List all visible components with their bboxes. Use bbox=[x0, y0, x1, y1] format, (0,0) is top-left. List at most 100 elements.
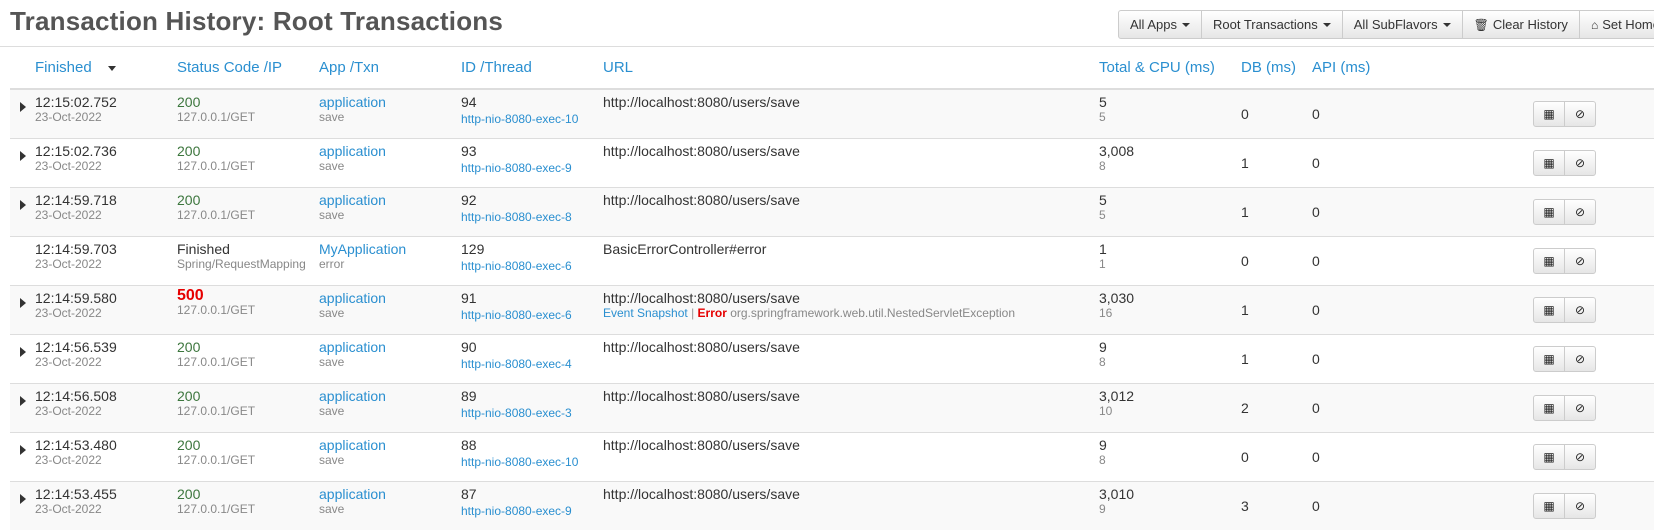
row-actions: ▦ ⊘ bbox=[1533, 395, 1596, 421]
all-apps-dropdown[interactable]: All Apps bbox=[1118, 10, 1202, 39]
table-row[interactable]: 12:14:59.580 23-Oct-2022 500 127.0.0.1/G… bbox=[10, 286, 1654, 335]
status-ip: Spring/RequestMapping bbox=[177, 257, 319, 272]
details-button[interactable]: ▦ bbox=[1533, 150, 1565, 176]
cancel-button[interactable]: ⊘ bbox=[1564, 199, 1596, 225]
thread-link[interactable]: http-nio-8080-exec-8 bbox=[461, 210, 572, 224]
status-ip: 127.0.0.1/GET bbox=[177, 453, 319, 468]
cancel-button[interactable]: ⊘ bbox=[1564, 346, 1596, 372]
thread-link[interactable]: http-nio-8080-exec-4 bbox=[461, 357, 572, 371]
root-transactions-dropdown[interactable]: Root Transactions bbox=[1201, 10, 1343, 39]
details-button[interactable]: ▦ bbox=[1533, 444, 1565, 470]
column-db[interactable]: DB (ms) bbox=[1241, 47, 1312, 89]
book-icon: ▦ bbox=[1543, 205, 1554, 219]
column-url[interactable]: URL bbox=[603, 47, 1099, 89]
expand-cell[interactable] bbox=[10, 139, 35, 188]
caret-down-icon bbox=[1443, 23, 1451, 27]
home-icon: ⌂ bbox=[1591, 18, 1598, 32]
expand-triangle-icon[interactable] bbox=[20, 298, 26, 308]
cancel-button[interactable]: ⊘ bbox=[1564, 101, 1596, 127]
details-button[interactable]: ▦ bbox=[1533, 297, 1565, 323]
table-row[interactable]: 12:14:59.718 23-Oct-2022 200 127.0.0.1/G… bbox=[10, 188, 1654, 237]
finished-time: 12:15:02.752 bbox=[35, 95, 177, 110]
api-ms: 0 bbox=[1312, 89, 1454, 139]
table-row[interactable]: 12:15:02.736 23-Oct-2022 200 127.0.0.1/G… bbox=[10, 139, 1654, 188]
thread-link[interactable]: http-nio-8080-exec-6 bbox=[461, 259, 572, 273]
details-button[interactable]: ▦ bbox=[1533, 493, 1565, 519]
expand-cell[interactable] bbox=[10, 286, 35, 335]
set-home-button[interactable]: ⌂ Set Home bbox=[1579, 10, 1654, 39]
ban-icon: ⊘ bbox=[1575, 499, 1585, 513]
column-api[interactable]: API (ms) bbox=[1312, 47, 1454, 89]
transactions-table: Finished Status Code /IP App /Txn ID /Th… bbox=[10, 47, 1654, 530]
column-status[interactable]: Status Code /IP bbox=[177, 47, 319, 89]
details-button[interactable]: ▦ bbox=[1533, 101, 1565, 127]
expand-cell[interactable] bbox=[10, 89, 35, 139]
expand-triangle-icon[interactable] bbox=[20, 396, 26, 406]
cancel-button[interactable]: ⊘ bbox=[1564, 444, 1596, 470]
expand-cell[interactable] bbox=[10, 237, 35, 286]
status-ip: 127.0.0.1/GET bbox=[177, 355, 319, 370]
cancel-button[interactable]: ⊘ bbox=[1564, 248, 1596, 274]
app-link[interactable]: application bbox=[319, 144, 461, 159]
thread-link[interactable]: http-nio-8080-exec-9 bbox=[461, 504, 572, 518]
expand-cell[interactable] bbox=[10, 335, 35, 384]
api-ms: 0 bbox=[1312, 384, 1454, 433]
expand-cell[interactable] bbox=[10, 188, 35, 237]
app-link[interactable]: application bbox=[319, 95, 461, 110]
expand-cell[interactable] bbox=[10, 433, 35, 482]
column-total[interactable]: Total & CPU (ms) bbox=[1099, 47, 1241, 89]
app-link[interactable]: application bbox=[319, 487, 461, 502]
thread-link[interactable]: http-nio-8080-exec-10 bbox=[461, 112, 578, 126]
app-link[interactable]: application bbox=[319, 291, 461, 306]
expand-triangle-icon[interactable] bbox=[20, 445, 26, 455]
status-code: 200 bbox=[177, 389, 319, 404]
details-button[interactable]: ▦ bbox=[1533, 346, 1565, 372]
all-subflavors-dropdown[interactable]: All SubFlavors bbox=[1342, 10, 1463, 39]
details-button[interactable]: ▦ bbox=[1533, 248, 1565, 274]
thread-link[interactable]: http-nio-8080-exec-3 bbox=[461, 406, 572, 420]
expand-triangle-icon[interactable] bbox=[20, 102, 26, 112]
expand-cell[interactable] bbox=[10, 482, 35, 530]
table-row[interactable]: 12:14:53.455 23-Oct-2022 200 127.0.0.1/G… bbox=[10, 482, 1654, 530]
details-button[interactable]: ▦ bbox=[1533, 395, 1565, 421]
expand-triangle-icon[interactable] bbox=[20, 151, 26, 161]
book-icon: ▦ bbox=[1543, 401, 1554, 415]
sort-desc-icon[interactable] bbox=[108, 66, 116, 71]
app-link[interactable]: application bbox=[319, 389, 461, 404]
app-link[interactable]: application bbox=[319, 438, 461, 453]
column-app[interactable]: App /Txn bbox=[319, 47, 461, 89]
error-label: Error bbox=[698, 306, 727, 320]
table-row[interactable]: 12:14:56.539 23-Oct-2022 200 127.0.0.1/G… bbox=[10, 335, 1654, 384]
app-link[interactable]: application bbox=[319, 193, 461, 208]
status-ip: 127.0.0.1/GET bbox=[177, 208, 319, 223]
details-button[interactable]: ▦ bbox=[1533, 199, 1565, 225]
app-link[interactable]: MyApplication bbox=[319, 242, 461, 257]
expand-triangle-icon[interactable] bbox=[20, 200, 26, 210]
thread-link[interactable]: http-nio-8080-exec-9 bbox=[461, 161, 572, 175]
ban-icon: ⊘ bbox=[1575, 352, 1585, 366]
book-icon: ▦ bbox=[1543, 254, 1554, 268]
column-id[interactable]: ID /Thread bbox=[461, 47, 603, 89]
url-text: http://localhost:8080/users/save bbox=[603, 144, 1099, 159]
expand-cell[interactable] bbox=[10, 384, 35, 433]
expand-triangle-icon[interactable] bbox=[20, 494, 26, 504]
book-icon: ▦ bbox=[1543, 156, 1554, 170]
url-text: http://localhost:8080/users/save bbox=[603, 487, 1099, 502]
thread-link[interactable]: http-nio-8080-exec-10 bbox=[461, 455, 578, 469]
column-finished[interactable]: Finished bbox=[35, 47, 177, 89]
event-snapshot-link[interactable]: Event Snapshot bbox=[603, 306, 688, 320]
cancel-button[interactable]: ⊘ bbox=[1564, 493, 1596, 519]
cancel-button[interactable]: ⊘ bbox=[1564, 395, 1596, 421]
cancel-button[interactable]: ⊘ bbox=[1564, 297, 1596, 323]
thread-link[interactable]: http-nio-8080-exec-6 bbox=[461, 308, 572, 322]
cancel-button[interactable]: ⊘ bbox=[1564, 150, 1596, 176]
expand-triangle-icon[interactable] bbox=[20, 347, 26, 357]
app-link[interactable]: application bbox=[319, 340, 461, 355]
finished-time: 12:14:59.580 bbox=[35, 291, 177, 306]
table-row[interactable]: 12:14:56.508 23-Oct-2022 200 127.0.0.1/G… bbox=[10, 384, 1654, 433]
clear-history-button[interactable]: 🗑 Clear History bbox=[1462, 10, 1580, 39]
table-row[interactable]: 12:14:59.703 23-Oct-2022 Finished Spring… bbox=[10, 237, 1654, 286]
table-row[interactable]: 12:15:02.752 23-Oct-2022 200 127.0.0.1/G… bbox=[10, 89, 1654, 139]
table-row[interactable]: 12:14:53.480 23-Oct-2022 200 127.0.0.1/G… bbox=[10, 433, 1654, 482]
txn-name: save bbox=[319, 306, 461, 321]
